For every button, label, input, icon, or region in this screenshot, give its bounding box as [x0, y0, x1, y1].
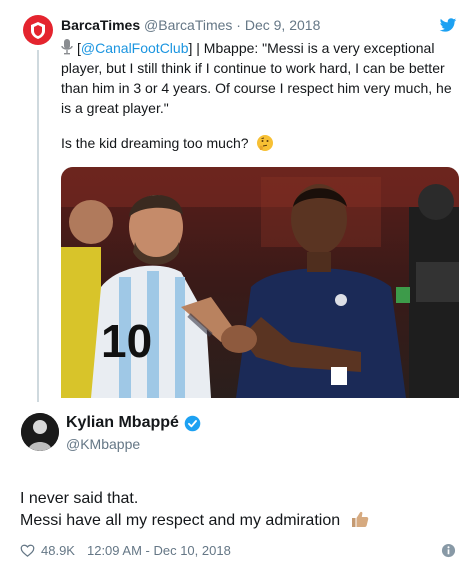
author-name[interactable]: Kylian Mbappé	[66, 414, 179, 432]
thumbs-up-icon	[351, 511, 368, 527]
crest-icon	[31, 22, 45, 39]
quoted-tweet-question: Is the kid dreaming too much?	[61, 133, 274, 153]
quoted-author-handle[interactable]: @BarcaTimes	[144, 17, 232, 33]
barcatimes-avatar[interactable]	[23, 15, 53, 45]
info-icon[interactable]	[441, 543, 456, 558]
tweet-embed: BarcaTimes @BarcaTimes · Dec 9, 2018 [@C…	[0, 0, 475, 570]
avatar-silhouette-icon	[21, 413, 59, 451]
mbappe-avatar[interactable]	[21, 413, 59, 451]
thread-line	[37, 50, 39, 402]
author-name-row: Kylian Mbappé	[66, 414, 201, 432]
author-handle[interactable]: @KMbappe	[66, 436, 140, 452]
quoted-tweet-date[interactable]: Dec 9, 2018	[245, 17, 321, 33]
verified-badge-icon	[184, 415, 201, 431]
twitter-bird-icon[interactable]	[439, 16, 457, 34]
tweet-photo[interactable]: 10	[61, 167, 459, 398]
tweet-meta: 48.9K 12:09 AM - Dec 10, 2018	[20, 543, 231, 558]
mention-link[interactable]: @CanalFootClub	[81, 40, 189, 56]
tweet-text: I never said that. Messi have all my res…	[20, 488, 369, 532]
quoted-tweet-header: BarcaTimes @BarcaTimes · Dec 9, 2018	[61, 17, 320, 33]
tweet-line-2: Messi have all my respect and my admirat…	[20, 512, 341, 529]
quoted-author-name[interactable]: BarcaTimes	[61, 17, 140, 33]
microphone-icon	[61, 39, 73, 55]
question-text: Is the kid dreaming too much?	[61, 135, 249, 151]
tweet-line-2-row: Messi have all my respect and my admirat…	[20, 510, 369, 532]
tweet-line-1: I never said that.	[20, 490, 139, 507]
svg-text:10: 10	[101, 315, 152, 367]
messi-mbappe-handshake-photo: 10	[61, 167, 459, 398]
thinking-face-icon	[257, 135, 274, 151]
tweet-timestamp[interactable]: 12:09 AM - Dec 10, 2018	[87, 543, 231, 558]
like-count[interactable]: 48.9K	[41, 543, 75, 558]
heart-icon[interactable]	[20, 543, 35, 558]
quoted-tweet[interactable]: BarcaTimes @BarcaTimes · Dec 9, 2018 [@C…	[0, 0, 475, 406]
header-separator: ·	[236, 17, 241, 33]
quoted-tweet-text: [@CanalFootClub] | Mbappe: "Messi is a v…	[61, 38, 459, 118]
